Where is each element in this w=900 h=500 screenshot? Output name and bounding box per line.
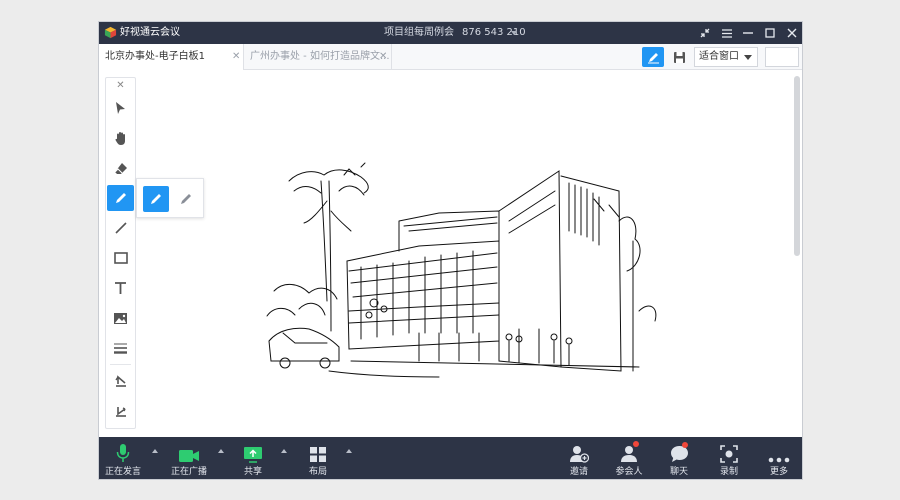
chat-button[interactable]: 聊天 <box>663 437 695 479</box>
zoom-fit-select[interactable]: 适合窗口 <box>694 47 758 67</box>
highlighter-icon <box>181 194 191 204</box>
more-dots-icon <box>768 457 790 463</box>
pencil-icon <box>115 193 126 203</box>
record-label: 录制 <box>719 467 738 477</box>
chat-label: 聊天 <box>669 467 688 477</box>
app-window: 好视通云会议 项目组每周例会 876 543 210 北京办事处-电子白板1 ✕ … <box>98 21 803 480</box>
redo-tool[interactable] <box>107 398 134 424</box>
line-weight-icon <box>114 343 127 354</box>
zoom-fit-value: 适合窗口 <box>699 51 739 62</box>
redo-icon <box>115 407 126 417</box>
pen-tool[interactable] <box>107 185 134 211</box>
video-button[interactable]: 正在广播 <box>169 437 209 479</box>
text-tool[interactable] <box>107 275 134 301</box>
text-icon <box>115 282 126 294</box>
tab-label: 广州办事处 - 如何打造品牌文... <box>250 51 390 62</box>
shrink-window-button[interactable] <box>696 24 714 42</box>
tab-guangzhou-document[interactable]: 广州办事处 - 如何打造品牌文... <box>244 44 392 70</box>
hamburger-menu-icon <box>722 28 732 38</box>
rectangle-icon <box>113 252 128 264</box>
mic-button[interactable]: 正在发言 <box>103 437 143 479</box>
drawing-toolbar: ✕ <box>105 77 136 429</box>
participants-button[interactable]: 参会人 <box>611 437 647 479</box>
undo-icon <box>114 375 126 387</box>
participants-label: 参会人 <box>615 467 643 477</box>
grid-layout-icon <box>310 447 326 462</box>
more-label: 更多 <box>769 467 788 477</box>
eraser-icon <box>114 162 127 174</box>
video-camera-icon <box>179 450 199 462</box>
invite-label: 邀请 <box>569 467 588 477</box>
whiteboard-canvas[interactable] <box>99 71 802 437</box>
hand-icon <box>114 131 125 145</box>
toolbar-divider <box>110 364 131 365</box>
undo-tool[interactable] <box>107 368 134 394</box>
mic-label: 正在发言 <box>104 467 141 477</box>
eraser-tool[interactable] <box>107 155 134 181</box>
mic-options-arrow-icon[interactable] <box>152 449 158 453</box>
save-button[interactable] <box>669 47 689 67</box>
chat-notification-badge <box>682 442 688 448</box>
layout-button[interactable]: 布局 <box>302 437 334 479</box>
menu-button[interactable] <box>718 24 736 42</box>
line-icon <box>114 222 127 234</box>
pen-option[interactable] <box>143 186 169 212</box>
annotate-mode-button[interactable] <box>642 47 664 67</box>
meeting-control-bar: 正在发言 正在广播 共享 布局 邀请 参会人 聊天 录制 更多 <box>99 437 802 479</box>
minimize-button[interactable] <box>739 24 757 42</box>
pen-style-flyout <box>136 178 204 218</box>
close-icon <box>787 28 797 38</box>
meeting-info-dropdown-icon[interactable] <box>511 31 517 35</box>
add-person-icon <box>570 446 589 463</box>
toolbar-close-icon[interactable]: ✕ <box>106 78 135 94</box>
tab-close-icon[interactable]: ✕ <box>232 44 240 70</box>
meeting-name: 项目组每周例会 <box>384 27 454 38</box>
tab-label: 北京办事处-电子白板1 <box>105 51 205 62</box>
invite-button[interactable]: 邀请 <box>563 437 595 479</box>
minimize-icon <box>743 32 753 34</box>
line-tool[interactable] <box>107 215 134 241</box>
select-tool[interactable] <box>107 95 134 121</box>
maximize-icon <box>765 28 775 38</box>
image-icon <box>114 312 127 324</box>
save-disk-icon <box>673 51 685 63</box>
meeting-title[interactable]: 项目组每周例会 876 543 210 <box>384 26 526 40</box>
color-picker[interactable] <box>765 47 799 67</box>
pencil-icon <box>151 194 161 204</box>
tab-beijing-whiteboard[interactable]: 北京办事处-电子白板1 <box>99 44 244 70</box>
participants-notification-badge <box>633 441 639 447</box>
close-button[interactable] <box>783 24 801 42</box>
maximize-button[interactable] <box>761 24 779 42</box>
layout-label: 布局 <box>308 467 327 477</box>
highlighter-option[interactable] <box>173 186 199 212</box>
building-sketch-image <box>266 162 657 378</box>
share-options-arrow-icon[interactable] <box>281 449 287 453</box>
rectangle-tool[interactable] <box>107 245 134 271</box>
vertical-scrollbar[interactable] <box>794 76 800 256</box>
more-button[interactable]: 更多 <box>763 437 795 479</box>
microphone-icon <box>116 444 130 462</box>
share-label: 共享 <box>243 467 262 477</box>
pan-tool[interactable] <box>107 125 134 151</box>
layout-options-arrow-icon[interactable] <box>346 449 352 453</box>
record-icon <box>720 445 738 463</box>
cursor-arrow-icon <box>116 102 125 114</box>
video-options-arrow-icon[interactable] <box>218 449 224 453</box>
video-label: 正在广播 <box>170 467 207 477</box>
pencil-icon <box>647 52 659 63</box>
line-width-tool[interactable] <box>107 335 134 361</box>
whiteboard-tab-bar: 北京办事处-电子白板1 ✕ 广州办事处 - 如何打造品牌文... ✕ 适合窗口 <box>99 44 802 70</box>
title-bar: 好视通云会议 项目组每周例会 876 543 210 <box>99 22 802 44</box>
app-name: 好视通云会议 <box>120 27 180 38</box>
chevron-down-icon <box>744 55 752 60</box>
person-icon <box>621 446 637 462</box>
shrink-arrows-icon <box>700 28 710 38</box>
image-tool[interactable] <box>107 305 134 331</box>
screen-share-icon <box>244 447 262 463</box>
record-button[interactable]: 录制 <box>713 437 745 479</box>
tab-close-icon[interactable]: ✕ <box>379 44 387 70</box>
app-logo-icon <box>104 26 117 39</box>
share-button[interactable]: 共享 <box>237 437 269 479</box>
